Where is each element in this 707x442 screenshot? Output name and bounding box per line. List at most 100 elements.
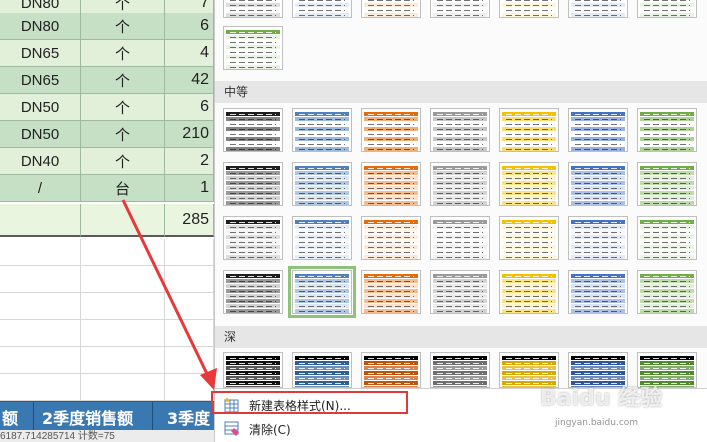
empty-cell[interactable]	[0, 239, 81, 266]
table-style-medium-4[interactable]	[430, 108, 490, 152]
table-style-medium-11[interactable]	[430, 162, 490, 206]
new-table-style-menu-item[interactable]: 新建表格样式(N)...	[219, 393, 699, 417]
table-style-dark-1[interactable]	[223, 352, 283, 388]
clear-style-icon	[224, 421, 240, 437]
spreadsheet: DN80 个 7 DN80 个 6 DN65 个 4 DN65 个 42 DN50 个 6 DN50 个 210 D…	[0, 0, 214, 442]
empty-cell[interactable]	[165, 347, 214, 374]
cell-a[interactable]: DN65	[0, 40, 81, 67]
table-style-medium-19[interactable]	[499, 216, 559, 260]
cell-c[interactable]: 210	[165, 121, 214, 148]
clear-style-menu-item[interactable]: 清除(C)	[219, 417, 699, 441]
table-style-medium-27[interactable]	[568, 270, 628, 314]
empty-cell[interactable]	[165, 374, 214, 401]
table-style-medium-24[interactable]	[361, 270, 421, 314]
sheet-tab-label: 2季度销售额	[42, 408, 134, 428]
cell-a[interactable]: DN40	[0, 148, 81, 175]
table-style-medium-18[interactable]	[430, 216, 490, 260]
cell-a[interactable]: DN50	[0, 121, 81, 148]
empty-cell[interactable]	[165, 239, 214, 266]
table-style-medium-10[interactable]	[361, 162, 421, 206]
table-style-light-1[interactable]	[223, 0, 283, 18]
table-style-medium-22[interactable]	[223, 270, 283, 314]
table-style-light-8[interactable]	[223, 26, 283, 70]
cell-c[interactable]: 2	[165, 148, 214, 175]
table-style-medium-8[interactable]	[223, 162, 283, 206]
table-style-gallery: 中等 深 新建表格样式(N)... 清除(C)	[214, 0, 707, 442]
cell-c[interactable]: 6	[165, 94, 214, 121]
table-style-medium-1[interactable]	[223, 108, 283, 152]
table-style-medium-16[interactable]	[292, 216, 352, 260]
cell-c[interactable]: 285	[165, 204, 214, 237]
empty-cell[interactable]	[81, 266, 165, 293]
empty-cell[interactable]	[81, 347, 165, 374]
empty-cell[interactable]	[81, 320, 165, 347]
status-bar: 6187.714285714 计数=75	[0, 430, 214, 442]
cell-b[interactable]: 台	[81, 175, 165, 202]
table-style-medium-3[interactable]	[361, 108, 421, 152]
table-style-medium-7[interactable]	[637, 108, 697, 152]
table-style-medium-20[interactable]	[568, 216, 628, 260]
cell-b[interactable]: 个	[81, 13, 165, 40]
table-style-medium-23[interactable]	[288, 266, 356, 318]
empty-cell[interactable]	[0, 293, 81, 320]
sheet-tab-2[interactable]: 2季度销售额	[34, 402, 153, 431]
table-style-light-4[interactable]	[430, 0, 490, 18]
sheet-tab-3[interactable]: 3季度	[153, 402, 214, 431]
sheet-tab-1[interactable]: 额	[0, 402, 34, 431]
table-style-medium-15[interactable]	[223, 216, 283, 260]
empty-cell[interactable]	[0, 347, 81, 374]
empty-cell[interactable]	[0, 266, 81, 293]
table-style-medium-6[interactable]	[568, 108, 628, 152]
empty-cell[interactable]	[0, 374, 81, 401]
cell-a[interactable]: DN80	[0, 13, 81, 40]
empty-cell[interactable]	[81, 293, 165, 320]
cell-a[interactable]: /	[0, 175, 81, 202]
empty-cell[interactable]	[81, 239, 165, 266]
cell-b[interactable]: 个	[81, 94, 165, 121]
empty-cell[interactable]	[0, 320, 81, 347]
table-style-dark-4[interactable]	[430, 352, 490, 388]
cell-c[interactable]: 42	[165, 67, 214, 94]
cell-b[interactable]: 个	[81, 121, 165, 148]
sheet-tab-bar: 额 2季度销售额 3季度	[0, 401, 214, 431]
cell-a[interactable]: DN50	[0, 94, 81, 121]
table-style-dark-5[interactable]	[499, 352, 559, 388]
table-style-dark-2[interactable]	[292, 352, 352, 388]
cell-b[interactable]: 个	[81, 148, 165, 175]
table-style-light-6[interactable]	[568, 0, 628, 18]
cell-b[interactable]	[81, 204, 165, 237]
table-style-medium-13[interactable]	[568, 162, 628, 206]
table-style-light-2[interactable]	[292, 0, 352, 18]
table-style-dark-6[interactable]	[568, 352, 628, 388]
table-style-light-7[interactable]	[637, 0, 697, 18]
cell-c[interactable]: 4	[165, 40, 214, 67]
table-style-medium-26[interactable]	[499, 270, 559, 314]
section-header-dark: 深	[215, 326, 707, 348]
table-style-medium-9[interactable]	[292, 162, 352, 206]
table-style-medium-17[interactable]	[361, 216, 421, 260]
table-style-medium-12[interactable]	[499, 162, 559, 206]
empty-cell[interactable]	[81, 374, 165, 401]
cell-b[interactable]: 个	[81, 40, 165, 67]
table-style-medium-5[interactable]	[499, 108, 559, 152]
table-style-dark-7[interactable]	[637, 352, 697, 388]
cell-a[interactable]	[0, 204, 81, 237]
cell-c[interactable]: 6	[165, 13, 214, 40]
table-style-medium-14[interactable]	[637, 162, 697, 206]
empty-cell[interactable]	[165, 266, 214, 293]
table-style-medium-2[interactable]	[292, 108, 352, 152]
table-style-light-5[interactable]	[499, 0, 559, 18]
table-style-dark-3[interactable]	[361, 352, 421, 388]
cell-b[interactable]: 个	[81, 67, 165, 94]
clear-style-label: 清除(C)	[249, 422, 291, 437]
table-style-medium-25[interactable]	[430, 270, 490, 314]
table-style-medium-21[interactable]	[637, 216, 697, 260]
cell-a[interactable]: DN65	[0, 67, 81, 94]
empty-cell[interactable]	[165, 293, 214, 320]
gallery-menu: 新建表格样式(N)... 清除(C)	[215, 388, 707, 442]
table-style-medium-28[interactable]	[637, 270, 697, 314]
empty-cell[interactable]	[165, 320, 214, 347]
cell-c[interactable]: 1	[165, 175, 214, 202]
table-style-light-3[interactable]	[361, 0, 421, 18]
sheet-tab-label: 额	[2, 408, 19, 428]
